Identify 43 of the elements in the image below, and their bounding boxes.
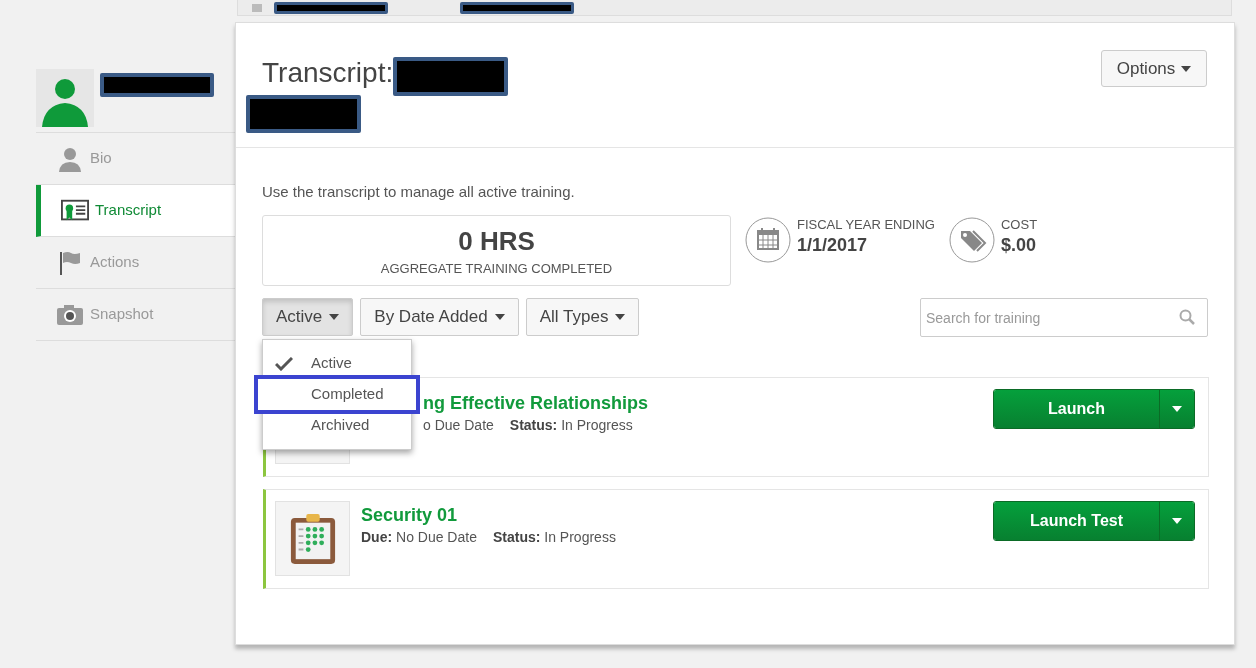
search-field[interactable]: Search for training [920,298,1208,337]
filter-dropdown[interactable]: Active [262,298,354,336]
check-icon [275,356,293,371]
caret-icon [1172,518,1182,524]
menu-item[interactable]: Archived [263,410,411,441]
cost-label: COST [1001,217,1038,233]
fiscal-year-value: 1/1/2017 [797,234,869,257]
avatar-icon [36,69,94,127]
description-text: Use the transcript to manage all active training. [262,182,576,202]
status-text: Status: In Progress [492,528,616,547]
caret-icon [1181,65,1192,72]
sidebar-item[interactable]: Snapshot [36,289,235,341]
camera-icon [56,303,84,326]
caret-icon [1172,406,1182,412]
training-title[interactable]: Security 01 [361,503,616,527]
page-title: Transcript: [262,57,394,89]
launch-menu-button[interactable] [1160,390,1194,428]
search-icon [1179,309,1195,325]
caret-icon [329,314,340,320]
fiscal-year-label: FISCAL YEAR ENDING [797,217,935,233]
certificate-icon [61,198,89,223]
calendar-icon [745,217,791,263]
due-date-text: Due: No Due Date [361,528,477,547]
options-button[interactable]: Options [1101,50,1207,87]
sidebar-item[interactable]: Transcript [36,185,235,237]
clipboard-icon [288,511,337,566]
training-title[interactable]: ng Effective Relationships [423,391,649,415]
filter-dropdown[interactable]: By Date Added [360,298,519,336]
menu-item[interactable]: Active [263,348,411,379]
hours-label: AGGREGATE TRAINING COMPLETED [380,260,613,278]
filter-dropdown[interactable]: All Types [525,298,640,336]
launch-menu-button[interactable] [1160,502,1194,540]
tag-icon [949,217,995,263]
launch-button[interactable]: Launch Test [994,502,1160,540]
person-icon [57,145,83,172]
status-text: Status: In Progress [509,416,633,435]
cost-value: $.00 [1001,234,1038,257]
launch-button[interactable]: Launch [994,390,1160,428]
caret-icon [615,314,626,320]
due-date-text: o Due Date [423,416,494,435]
caret-icon [494,314,505,320]
hours-value: 0 HRS [458,226,535,256]
flag-icon [59,250,81,275]
